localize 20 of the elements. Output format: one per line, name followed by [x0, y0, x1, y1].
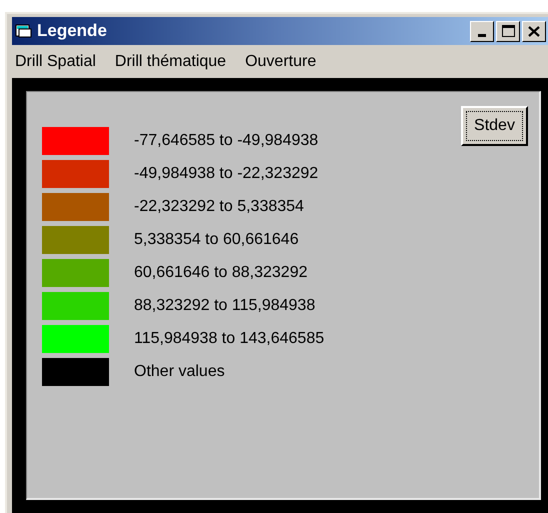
window-icon [15, 23, 33, 39]
legend-label: 60,661646 to 88,323292 [134, 263, 308, 283]
stdev-button[interactable]: Stdev [461, 106, 528, 146]
menu-item[interactable]: Drill thématique [114, 50, 226, 74]
menu-item[interactable]: Ouverture [245, 50, 316, 74]
minimize-icon [478, 34, 486, 36]
legend-label: 88,323292 to 115,984938 [134, 296, 316, 316]
window-title: Legende [37, 20, 107, 42]
close-button[interactable] [522, 20, 546, 42]
menu-item[interactable]: Drill Spatial [15, 50, 96, 74]
legend-label: Other values [134, 362, 225, 382]
maximize-icon [502, 25, 514, 37]
legend-label: 115,984938 to 143,646585 [134, 329, 324, 349]
minimize-button[interactable] [470, 20, 494, 42]
close-icon [528, 26, 540, 36]
legend-label: -49,984938 to -22,323292 [134, 164, 318, 184]
maximize-button[interactable] [496, 20, 520, 42]
legend-label: 5,338354 to 60,661646 [134, 230, 299, 250]
legend-label: -22,323292 to 5,338354 [134, 197, 304, 217]
legend-label: -77,646585 to -49,984938 [134, 131, 318, 151]
